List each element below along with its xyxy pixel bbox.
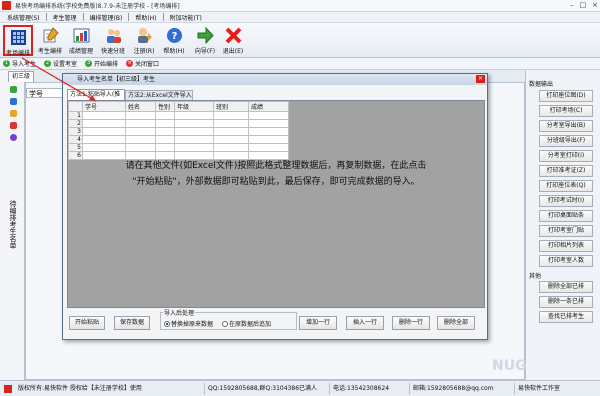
status-phone: 电话:13542308624 [330, 382, 410, 395]
status-email: 邮箱:1592805688@qq.com [410, 382, 515, 395]
status-studio: 易快软件工作室 [518, 384, 561, 392]
watermark-logo: NUG [492, 358, 527, 374]
status-qq: QQ:1592805688,群Q:3104386已满人 [205, 382, 330, 395]
annotation-arrow [21, 57, 97, 102]
status-app-icon [4, 384, 12, 393]
status-bar: 版权所有:易快软件 授权给【未注册学校】使用 QQ:1592805688,群Q:… [0, 380, 600, 396]
status-copyright: 版权所有:易快软件 授权给【未注册学校】使用 [15, 382, 205, 395]
